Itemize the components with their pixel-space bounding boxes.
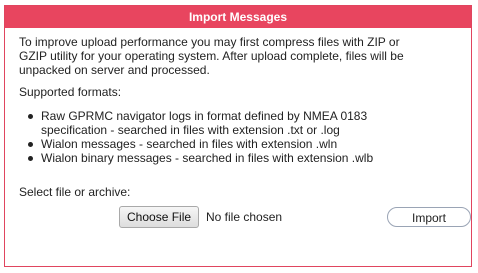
intro-line-3: unpacked on server and processed. bbox=[19, 63, 210, 77]
import-messages-dialog: Import Messages To improve upload perfor… bbox=[4, 5, 472, 267]
file-status-text: No file chosen bbox=[206, 210, 283, 224]
format-wialon-binary-text: Wialon binary messages - searched in fil… bbox=[41, 151, 374, 165]
select-file-label: Select file or archive: bbox=[19, 185, 131, 199]
dialog-title: Import Messages bbox=[5, 6, 471, 28]
list-item-wialon: Wialon messages - searched in files with… bbox=[28, 137, 459, 151]
format-gprmc-line-1: Raw GPRMC navigator logs in format defin… bbox=[41, 109, 368, 123]
import-button[interactable]: Import bbox=[387, 207, 471, 227]
dialog-content: To improve upload performance you may fi… bbox=[5, 28, 471, 231]
formats-list: Raw GPRMC navigator logs in format defin… bbox=[19, 109, 459, 165]
file-input-row: Choose File No file chosen Import bbox=[19, 205, 471, 231]
list-item-wialon-binary: Wialon binary messages - searched in fil… bbox=[28, 151, 459, 165]
intro-line-1: To improve upload performance you may fi… bbox=[19, 35, 400, 49]
supported-formats-label: Supported formats: bbox=[19, 85, 122, 99]
format-wialon-text: Wialon messages - searched in files with… bbox=[41, 137, 338, 151]
list-item-gprmc: Raw GPRMC navigator logs in format defin… bbox=[28, 109, 459, 137]
format-gprmc-line-2: specification - searched in files with e… bbox=[41, 123, 340, 137]
choose-file-button[interactable]: Choose File bbox=[119, 206, 200, 228]
intro-text: To improve upload performance you may fi… bbox=[19, 35, 459, 77]
intro-line-2: GZIP utility for your operating system. … bbox=[19, 49, 404, 63]
